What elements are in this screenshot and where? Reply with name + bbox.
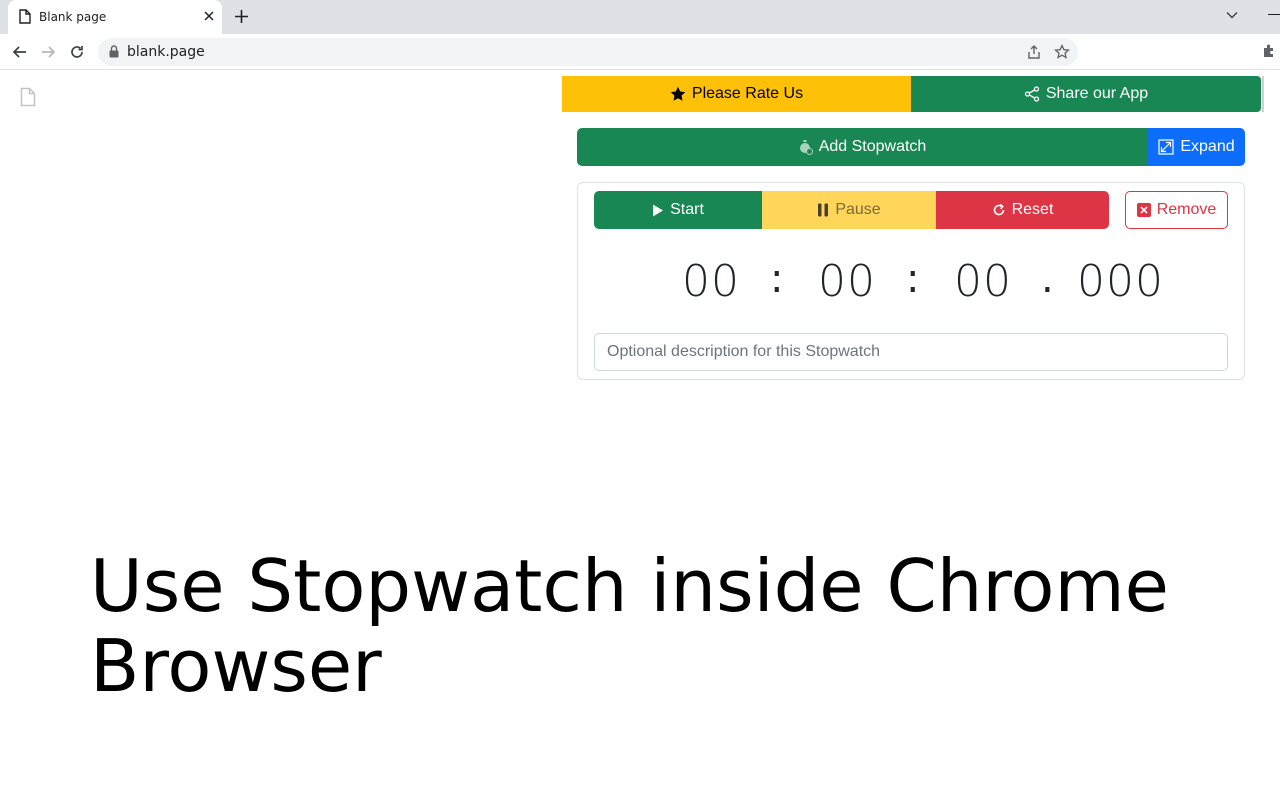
rate-us-label: Please Rate Us — [691, 85, 804, 102]
timer-separator: : — [770, 256, 784, 302]
star-icon[interactable] — [1054, 44, 1070, 60]
start-button[interactable]: Start — [594, 191, 762, 229]
chevron-down-icon[interactable] — [1226, 9, 1238, 21]
share-app-label: Share our App — [1045, 85, 1149, 102]
puzzle-extensions-icon[interactable] — [1262, 43, 1278, 59]
timer-hours: 00 — [682, 256, 740, 307]
add-stopwatch-label: Add Stopwatch — [818, 138, 927, 155]
share-page-icon[interactable] — [1026, 44, 1042, 60]
expand-icon — [1158, 139, 1174, 155]
close-square-icon — [1136, 203, 1151, 217]
pause-button[interactable]: Pause — [762, 191, 936, 229]
share-app-button[interactable]: Share our App — [911, 76, 1261, 112]
minimize-icon[interactable] — [1268, 14, 1280, 15]
back-arrow-icon[interactable] — [11, 43, 29, 61]
remove-label: Remove — [1156, 201, 1217, 218]
add-stopwatch-button[interactable]: Add Stopwatch — [577, 128, 1148, 166]
close-icon[interactable] — [202, 9, 216, 23]
browser-toolbar: blank.page — [0, 34, 1280, 70]
promo-headline: Use Stopwatch inside Chrome Browser — [90, 544, 1169, 708]
start-label: Start — [670, 201, 704, 218]
timer-milliseconds: 000 — [1077, 256, 1164, 307]
reload-icon[interactable] — [68, 43, 86, 61]
address-bar[interactable]: blank.page — [98, 38, 1078, 66]
document-icon — [20, 87, 36, 107]
popup-scrollbar[interactable] — [1262, 76, 1264, 112]
rate-us-button[interactable]: Please Rate Us — [562, 76, 911, 112]
timer-separator: . — [1041, 256, 1054, 302]
expand-label: Expand — [1180, 138, 1235, 155]
document-icon — [19, 9, 31, 24]
plus-icon[interactable] — [233, 8, 250, 25]
timer-seconds: 00 — [954, 256, 1012, 307]
reset-icon — [993, 203, 1004, 216]
expand-button[interactable]: Expand — [1148, 128, 1245, 166]
tab-title: Blank page — [39, 10, 107, 24]
pause-label: Pause — [835, 201, 881, 218]
forward-arrow-icon[interactable] — [39, 43, 57, 61]
tab-strip: Blank page — [0, 0, 1280, 34]
star-icon — [670, 86, 686, 101]
timer-minutes: 00 — [818, 256, 876, 307]
description-input[interactable] — [594, 333, 1228, 371]
share-icon — [1024, 86, 1039, 102]
reset-label: Reset — [1011, 201, 1054, 218]
url-text[interactable]: blank.page — [127, 44, 205, 60]
timer-separator: : — [906, 256, 920, 302]
reset-button[interactable]: Reset — [936, 191, 1109, 229]
stopwatch-plus-icon — [799, 140, 813, 155]
tab-blank-page[interactable]: Blank page — [8, 0, 222, 34]
pause-icon — [818, 203, 829, 217]
lock-icon[interactable] — [109, 45, 119, 58]
play-icon — [653, 204, 664, 216]
remove-button[interactable]: Remove — [1125, 191, 1228, 229]
